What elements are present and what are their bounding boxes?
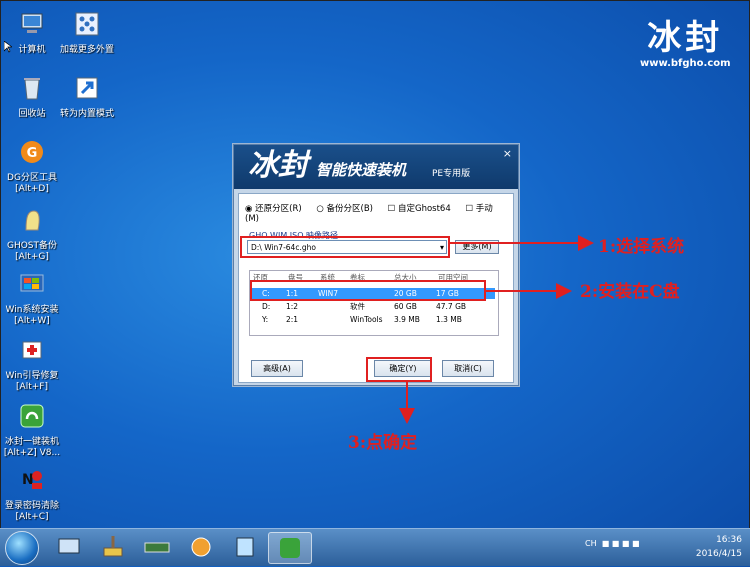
notes-icon [236, 537, 254, 557]
taskbar-item-notes[interactable] [224, 532, 266, 562]
taskbar-item-bingfeng[interactable] [268, 532, 312, 564]
annotation-step1: 1:选择系统 [598, 237, 685, 257]
tray-icons[interactable]: ■ ■ ■ ■ [599, 539, 640, 548]
tools-icon [191, 537, 211, 557]
bingfeng-taskbar-icon [280, 538, 300, 558]
annotation-step2: 2:安装在C盘 [580, 282, 680, 302]
taskbar-item-memory[interactable] [136, 532, 178, 562]
taskbar-item-tools[interactable] [180, 532, 222, 562]
language-indicator[interactable]: CH [585, 539, 597, 548]
annotation-step3: 3:点确定 [348, 433, 418, 453]
memory-icon [144, 542, 170, 553]
taskbar-item-desktop[interactable] [48, 532, 90, 562]
taskbar: CH ■ ■ ■ ■ 16:36 2016/4/15 [0, 528, 750, 566]
taskbar-item-broom[interactable] [92, 532, 134, 562]
desktop-icon [58, 538, 80, 554]
clock-date: 2016/4/15 [695, 549, 742, 559]
system-tray: CH ■ ■ ■ ■ [585, 539, 640, 548]
start-button[interactable] [5, 531, 39, 565]
clock-time: 16:36 [716, 535, 742, 545]
clock[interactable]: 16:36 2016/4/15 [696, 533, 742, 561]
broom-icon [103, 536, 123, 557]
